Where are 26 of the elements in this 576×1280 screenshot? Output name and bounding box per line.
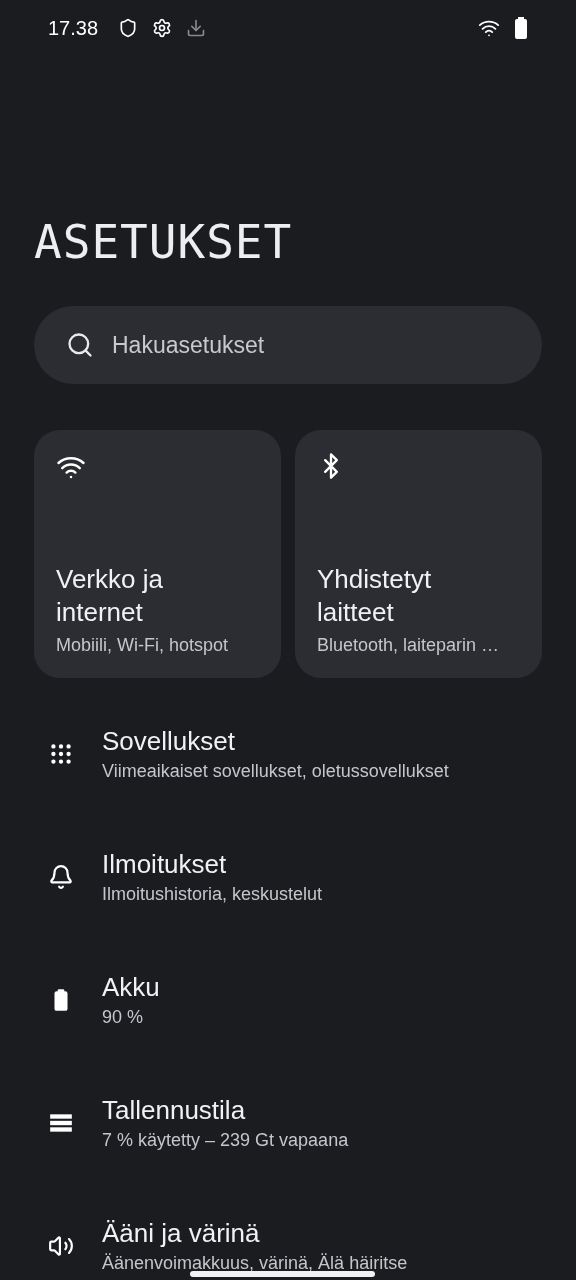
gesture-bar[interactable] — [190, 1271, 375, 1277]
item-subtitle: 90 % — [102, 1006, 145, 1028]
item-title[interactable]: Tallennustila — [102, 1094, 349, 1126]
page-title: ASETUKSET — [34, 216, 293, 268]
card-title: Yhdistetyt laitteet — [317, 563, 433, 629]
card-subtitle: Mobiili, Wi-Fi, hotspot — [56, 635, 230, 656]
item-subtitle: Äänenvoimakkuus, värinä, Älä häiritse — [102, 1252, 408, 1274]
item-title[interactable]: Akku — [102, 971, 160, 1003]
settings-card[interactable]: Verkko ja internet Mobiili, Wi-Fi, hotspot — [34, 430, 281, 678]
card-subtitle: Bluetooth, laiteparin … — [317, 635, 501, 656]
shield-icon — [118, 18, 139, 38]
item-title[interactable]: Ilmoitukset — [102, 848, 323, 880]
item-subtitle: Ilmoitushistoria, keskustelut — [102, 883, 323, 905]
settings-card[interactable]: Yhdistetyt laitteet Bluetooth, laiteparin … — [295, 430, 542, 678]
item-title[interactable]: Ääni ja värinä — [102, 1217, 408, 1249]
card-title: Verkko ja internet — [56, 563, 164, 629]
item-title[interactable]: Sovellukset — [102, 725, 449, 757]
battery-icon — [514, 17, 528, 39]
bell-icon — [48, 863, 74, 890]
settings-icon — [152, 18, 173, 38]
download-icon — [186, 18, 207, 38]
status-time: 17.38 — [48, 16, 99, 40]
search-field[interactable]: Hakuasetukset — [34, 306, 542, 384]
item-subtitle: Viimeaikaiset sovellukset, oletussovellukset — [102, 760, 449, 782]
item-subtitle: 7 % käytetty – 239 Gt vapaana — [102, 1129, 349, 1151]
search-icon — [66, 331, 94, 359]
